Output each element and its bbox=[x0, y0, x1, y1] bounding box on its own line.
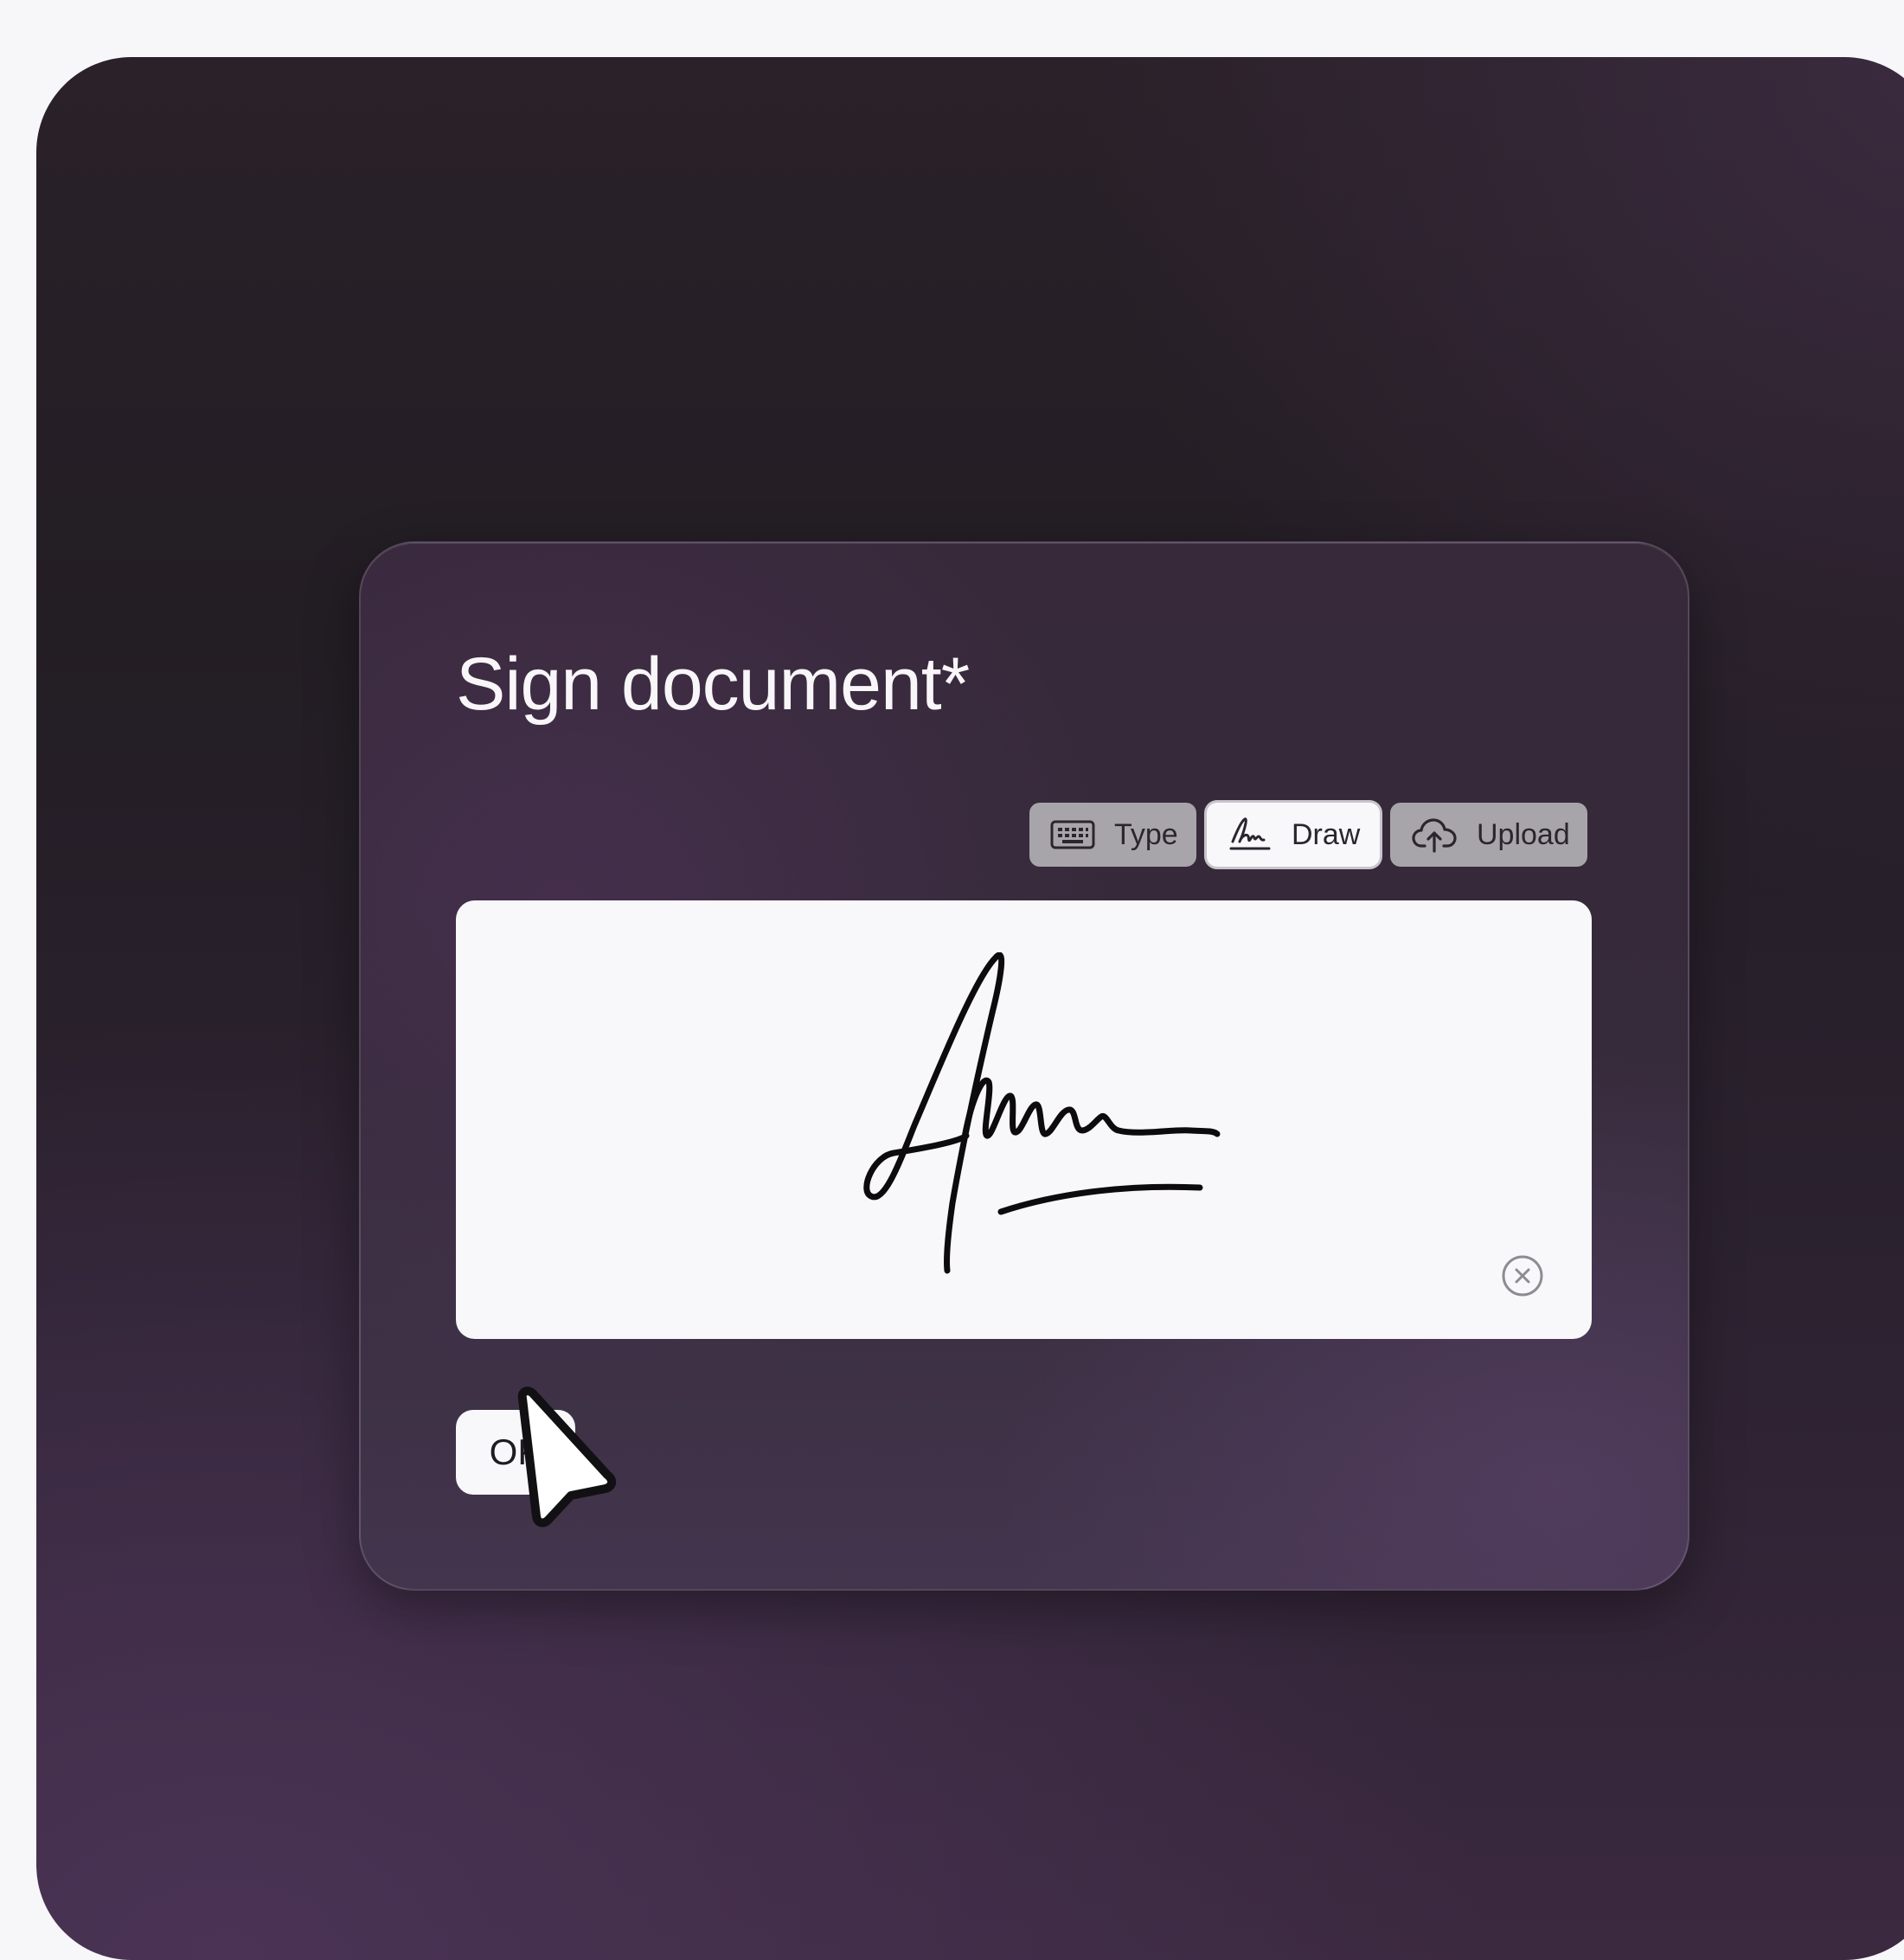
cloud-upload-icon bbox=[1411, 817, 1458, 853]
ok-button[interactable]: OK bbox=[456, 1410, 575, 1495]
drawn-signature bbox=[863, 952, 1221, 1274]
dialog-title: Sign document* bbox=[456, 643, 970, 726]
tab-type[interactable]: Type bbox=[1029, 803, 1196, 867]
close-circle-icon bbox=[1502, 1255, 1543, 1297]
sign-dialog: Sign document* Type Draw Upload OK bbox=[359, 541, 1689, 1591]
signature-icon bbox=[1228, 816, 1273, 854]
keyboard-icon bbox=[1050, 820, 1095, 849]
tab-draw-label: Draw bbox=[1292, 817, 1361, 851]
signature-mode-tabs: Type Draw Upload bbox=[1029, 803, 1587, 870]
tab-type-label: Type bbox=[1114, 817, 1178, 851]
signature-canvas[interactable] bbox=[456, 900, 1592, 1339]
tab-upload-label: Upload bbox=[1477, 817, 1570, 851]
tab-upload[interactable]: Upload bbox=[1390, 803, 1587, 867]
app-background: Sign document* Type Draw Upload OK bbox=[36, 57, 1904, 1960]
clear-signature-button[interactable] bbox=[1501, 1254, 1544, 1297]
tab-draw[interactable]: Draw bbox=[1207, 803, 1380, 867]
